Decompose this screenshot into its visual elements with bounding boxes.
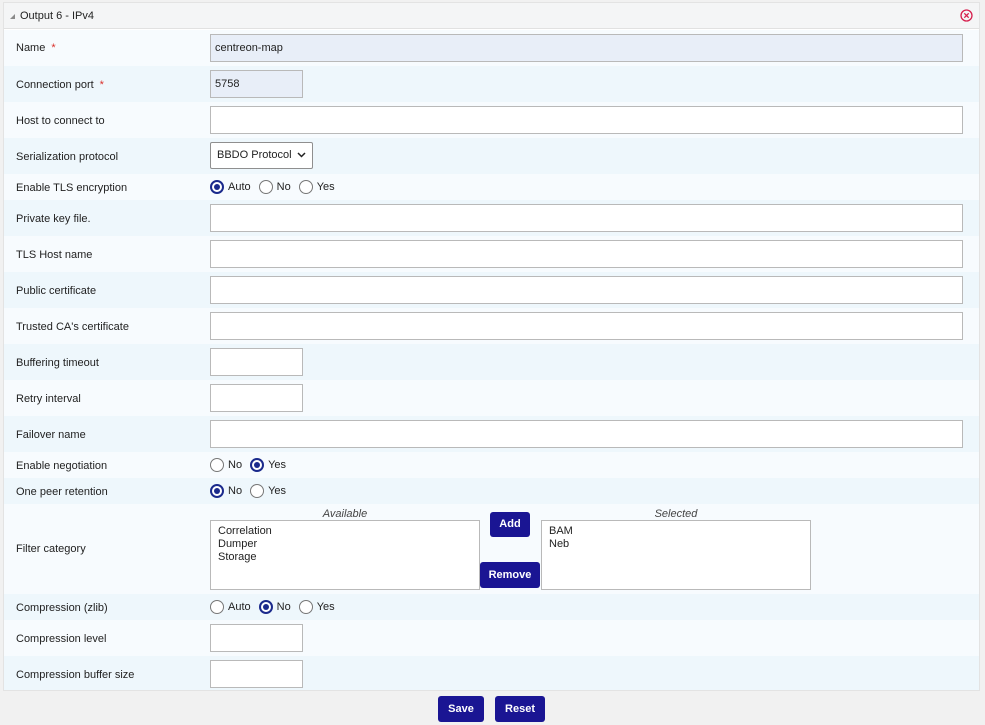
name-label: Name * [16,42,56,54]
tls-label: Enable TLS encryption [16,182,128,194]
selected-caption: Selected [654,508,698,520]
negotiation-radio-no[interactable]: No [210,458,242,472]
public-cert-label: Public certificate [16,285,97,297]
output-panel: Output 6 - IPv4 Name * centreon-map Conne… [3,2,980,691]
host-input[interactable] [210,106,963,134]
negotiation-label: Enable negotiation [16,460,108,472]
compression-radio-yes[interactable]: Yes [298,600,335,614]
list-item[interactable]: BAM [549,525,803,538]
tls-radio-yes[interactable]: Yes [298,180,335,194]
reset-button[interactable]: Reset [495,696,545,722]
private-key-input[interactable] [210,204,963,232]
tls-radio-no[interactable]: No [258,180,291,194]
row-negotiation: Enable negotiation No Yes [4,452,979,478]
connection-port-input[interactable]: 5758 [210,70,303,98]
one-peer-label: One peer retention [16,486,108,498]
failover-label: Failover name [16,429,86,441]
one-peer-radio-yes[interactable]: Yes [250,484,286,498]
serialization-selected: BBDO Protocol [217,149,292,161]
available-listbox[interactable]: Correlation Dumper Storage [210,520,480,590]
compression-level-label: Compression level [16,633,107,645]
tls-radio-auto[interactable]: Auto [210,180,251,194]
trusted-ca-input[interactable] [210,312,963,340]
name-input[interactable]: centreon-map [210,34,963,62]
compression-buffer-label: Compression buffer size [16,669,135,681]
row-compression-level: Compression level [4,620,979,656]
public-cert-input[interactable] [210,276,963,304]
serialization-label: Serialization protocol [16,151,119,163]
save-button[interactable]: Save [438,696,484,722]
row-buffering-timeout: Buffering timeout [4,344,979,380]
row-trusted-ca: Trusted CA's certificate [4,308,979,344]
negotiation-radio-group: No Yes [210,457,294,473]
trusted-ca-label: Trusted CA's certificate [16,321,129,333]
chevron-down-icon [297,152,306,158]
negotiation-radio-yes[interactable]: Yes [250,458,286,472]
add-button[interactable]: Add [490,512,530,537]
serialization-select[interactable]: BBDO Protocol [210,142,313,169]
one-peer-radio-no[interactable]: No [210,484,242,498]
tls-host-label: TLS Host name [16,249,93,261]
row-private-key: Private key file. [4,200,979,236]
selected-listbox[interactable]: BAM Neb [541,520,811,590]
failover-input[interactable] [210,420,963,448]
collapse-triangle-icon[interactable] [10,14,15,19]
panel-header: Output 6 - IPv4 [4,3,979,29]
list-item[interactable]: Dumper [218,538,472,551]
retry-interval-input[interactable] [210,384,303,412]
compression-radio-group: Auto No Yes [210,599,343,615]
row-serialization: Serialization protocol BBDO Protocol [4,138,979,174]
row-compression: Compression (zlib) Auto No Yes [4,594,979,620]
tls-radio-group: Auto No Yes [210,179,343,195]
compression-level-input[interactable] [210,624,303,652]
compression-radio-no[interactable]: No [258,600,291,614]
list-item[interactable]: Storage [218,551,472,564]
one-peer-radio-group: No Yes [210,483,294,499]
panel-title: Output 6 - IPv4 [20,10,94,22]
row-name: Name * centreon-map [4,30,979,66]
connection-port-label: Connection port * [16,79,104,91]
available-caption: Available [322,508,368,520]
compression-radio-auto[interactable]: Auto [210,600,251,614]
row-public-cert: Public certificate [4,272,979,308]
retry-interval-label: Retry interval [16,393,81,405]
row-tls: Enable TLS encryption Auto No Yes [4,174,979,200]
list-item[interactable]: Neb [549,538,803,551]
row-failover: Failover name [4,416,979,452]
row-connection-port: Connection port * 5758 [4,66,979,102]
compression-label: Compression (zlib) [16,602,108,614]
remove-button[interactable]: Remove [480,562,540,588]
row-retry-interval: Retry interval [4,380,979,416]
tls-host-input[interactable] [210,240,963,268]
host-label: Host to connect to [16,115,105,127]
row-compression-buffer: Compression buffer size [4,656,979,690]
row-filter-category: Filter category Available Correlation Du… [4,504,979,594]
list-item[interactable]: Correlation [218,525,472,538]
close-icon[interactable] [960,9,973,22]
row-tls-host: TLS Host name [4,236,979,272]
buffering-timeout-input[interactable] [210,348,303,376]
buffering-timeout-label: Buffering timeout [16,357,99,369]
compression-buffer-input[interactable] [210,660,303,688]
private-key-label: Private key file. [16,213,91,225]
filter-category-label: Filter category [16,543,86,555]
row-host: Host to connect to [4,102,979,138]
row-one-peer: One peer retention No Yes [4,478,979,504]
